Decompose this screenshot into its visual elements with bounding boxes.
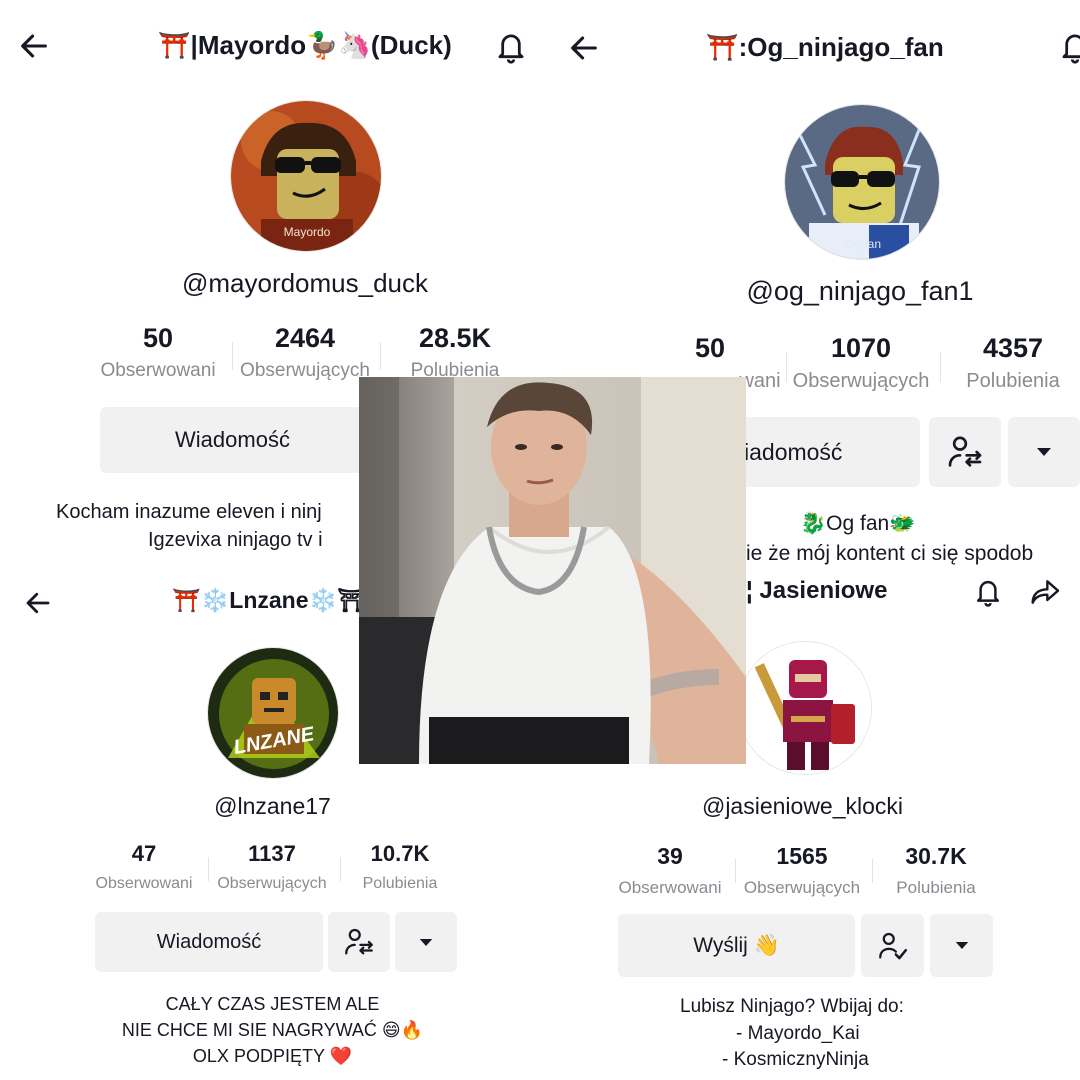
avatar[interactable]: LNZANE — [207, 647, 339, 779]
likes-stat[interactable]: 4357 Polubienia — [938, 333, 1080, 393]
bio-line: - Mayordo_Kai — [736, 1023, 860, 1044]
bio-line: Lubisz Ninjago? Wbijaj do: — [680, 996, 904, 1017]
bio-line: ie że mój kontent ci się spodob — [746, 542, 1034, 565]
avatar-caption: Og fan — [844, 237, 882, 251]
avatar[interactable] — [738, 641, 872, 775]
message-button[interactable]: Wiadomość — [95, 912, 323, 972]
bio-line: OLX PODPIĘTY ❤️ — [192, 1046, 353, 1066]
user-check-icon — [878, 932, 907, 959]
more-dropdown-button[interactable] — [930, 914, 993, 977]
bio-line: Kocham inazume eleven i ninj — [56, 501, 322, 523]
followers-stat[interactable]: 1070 Obserwujących — [786, 333, 936, 393]
avatar[interactable]: Og fan — [784, 104, 940, 260]
following-stat[interactable]: 50 Obserwowani — [83, 323, 233, 382]
likes-stat[interactable]: 28.5K Polubienia — [380, 323, 530, 382]
bio-line: NIE CHCE MI SIE NAGRYWAĆ 😄🔥 — [121, 1020, 424, 1040]
bell-icon[interactable] — [1054, 26, 1080, 68]
following-stat[interactable]: 39 Obserwowani — [610, 843, 730, 898]
friends-button[interactable] — [929, 417, 1001, 487]
stat-divider — [872, 859, 873, 883]
caret-down-icon — [1037, 448, 1051, 456]
caret-down-icon — [955, 941, 968, 950]
profile-title: ⛩️|Mayordo🦆🦄(Duck) — [158, 30, 452, 60]
webcam-photo-overlay — [359, 377, 746, 764]
following-stat[interactable]: 47 Obserwowani — [84, 841, 204, 893]
profile-title: ¦ Jasieniowe — [746, 577, 888, 604]
send-wave-button[interactable]: Wyślij 👋 — [618, 914, 855, 977]
username: @jasieniowe_klocki — [701, 793, 904, 819]
following-button[interactable] — [861, 914, 924, 977]
back-arrow-icon[interactable] — [564, 28, 604, 68]
username: @mayordomus_duck — [181, 268, 429, 298]
user-swap-icon — [948, 436, 982, 467]
likes-stat[interactable]: 10.7K Polubienia — [340, 841, 460, 893]
caret-down-icon — [419, 938, 433, 946]
share-icon[interactable] — [1026, 575, 1066, 612]
avatar[interactable]: Mayordo — [230, 100, 382, 252]
bell-icon[interactable] — [968, 575, 1008, 612]
person-photo — [359, 377, 746, 764]
bio: CAŁY CZAS JESTEM ALE NIE CHCE MI SIE NAG… — [0, 991, 540, 1069]
avatar-caption: Mayordo — [283, 225, 331, 239]
more-dropdown-button[interactable] — [1008, 417, 1080, 487]
message-button[interactable]: Wiadomość — [100, 407, 365, 473]
profile-title: ⛩️:Og_ninjago_fan — [706, 32, 944, 62]
bio-line: Igzevixa ninjago tv i — [148, 529, 323, 551]
followers-stat[interactable]: 2464 Obserwujących — [230, 323, 380, 382]
likes-stat[interactable]: 30.7K Polubienia — [876, 843, 996, 898]
followers-stat[interactable]: 1565 Obserwujących — [735, 843, 869, 898]
bio-line: - KosmicznyNinja — [722, 1049, 869, 1070]
username: @og_ninjago_fan1 — [746, 276, 974, 306]
friends-button[interactable] — [328, 912, 390, 972]
bio-line: CAŁY CZAS JESTEM ALE — [165, 994, 380, 1014]
back-arrow-icon[interactable] — [14, 26, 54, 66]
followers-stat[interactable]: 1137 Obserwujących — [206, 841, 338, 893]
more-dropdown-button[interactable] — [395, 912, 457, 972]
user-swap-icon — [345, 928, 373, 955]
profile-title: ⛩️❄️Lnzane❄️⛩ — [172, 587, 367, 613]
bell-icon[interactable] — [490, 26, 532, 68]
bio-line: 🐉Og fan🐲 — [800, 512, 916, 535]
username: @lnzane17 — [214, 793, 331, 819]
back-arrow-icon[interactable] — [18, 583, 58, 623]
